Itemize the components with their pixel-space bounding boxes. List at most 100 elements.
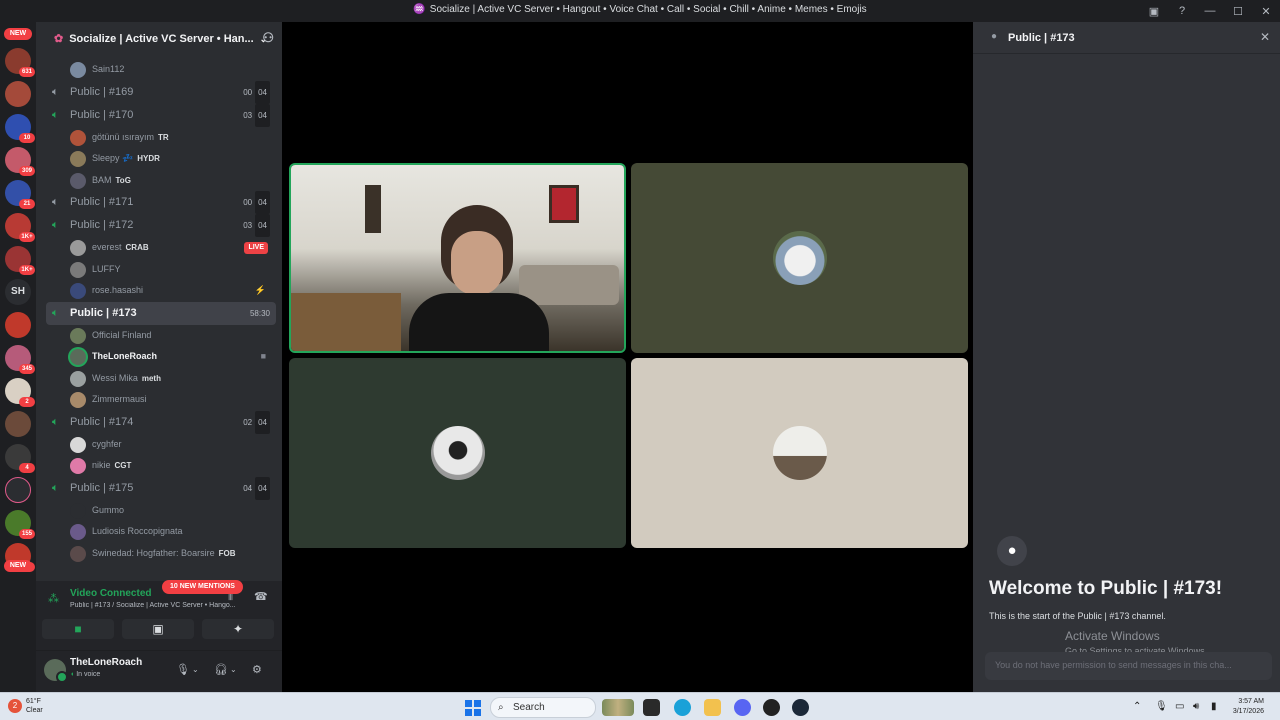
new-badge-top[interactable]: NEW xyxy=(4,28,32,40)
voice-channel-172[interactable]: 🔈︎ Public | #172 03 04 xyxy=(46,214,276,237)
server-icon[interactable]: 4 xyxy=(5,444,35,473)
voice-member[interactable]: Sleepy 💤 HYDR xyxy=(36,148,282,170)
close-window-button[interactable]: ✕ xyxy=(1252,5,1280,18)
member-name: TheLoneRoach xyxy=(92,351,158,361)
member-name: Sain112 xyxy=(92,64,125,74)
battery-icon[interactable]: ▮ xyxy=(1211,701,1217,712)
new-mentions-pill[interactable]: 10 NEW MENTIONS xyxy=(162,580,243,594)
welcome-subtitle: This is the start of the Public | #173 c… xyxy=(989,611,1166,621)
voice-channel-170[interactable]: 🔈︎ Public | #170 03 04 xyxy=(46,103,276,127)
voice-channel-169[interactable]: 🔈︎ Public | #169 00 04 xyxy=(46,80,276,104)
microphone-tray-icon[interactable]: 🎙︎ xyxy=(1155,701,1168,712)
voice-member[interactable]: Zimmermausi xyxy=(36,389,282,411)
username[interactable]: TheLoneRoach xyxy=(70,657,142,668)
member-name: LUFFY xyxy=(92,263,121,274)
taskbar-app-icon[interactable] xyxy=(643,699,660,716)
chevron-down-icon[interactable]: ⌄ xyxy=(192,665,199,674)
avatar xyxy=(70,62,86,78)
discord-taskbar-icon[interactable] xyxy=(734,699,751,716)
server-icon[interactable]: 2 xyxy=(5,378,35,407)
screen-share-button[interactable]: ▣ xyxy=(122,619,194,639)
steam-icon[interactable] xyxy=(792,699,809,716)
server-icon[interactable]: 10 xyxy=(5,114,35,143)
new-badge-bottom[interactable]: NEW xyxy=(4,560,32,572)
voice-channel-171[interactable]: 🔈︎ Public | #171 00 04 xyxy=(46,191,276,214)
signal-icon[interactable]: ⁂ xyxy=(48,592,59,605)
chevron-down-icon[interactable]: ⌄ xyxy=(230,665,237,674)
avatar[interactable] xyxy=(44,659,68,683)
voice-member[interactable]: Wessi Mika meth xyxy=(36,368,282,390)
activities-button[interactable]: ✦ xyxy=(202,619,274,639)
close-icon[interactable]: ✕ xyxy=(1260,30,1270,44)
voice-member[interactable]: Gummo xyxy=(36,500,282,522)
chat-bubble-icon: ● xyxy=(991,31,998,42)
avatar xyxy=(70,524,86,540)
server-icon[interactable]: 631 xyxy=(5,48,35,77)
camera-button[interactable]: ■ xyxy=(42,619,114,639)
member-name: everest xyxy=(92,242,122,252)
taskbar-search[interactable]: ⌕ Search xyxy=(490,697,596,718)
server-icon[interactable] xyxy=(5,312,31,338)
minimize-button[interactable]: — xyxy=(1196,5,1224,17)
voice-member[interactable]: Swinedad: Hogfather: Boarsire FOB xyxy=(36,543,282,565)
volume-icon[interactable]: 🔊︎ xyxy=(1193,701,1199,712)
headphones-icon[interactable]: 🎧︎ xyxy=(214,663,228,676)
voice-member[interactable]: Official Finland xyxy=(36,325,282,347)
voice-channel-link[interactable]: Public | #173 / Socialize | Active VC Se… xyxy=(70,602,250,609)
server-icon[interactable]: 1K+ xyxy=(5,246,35,275)
avatar xyxy=(70,545,86,562)
voice-member[interactable]: Sain112 xyxy=(36,59,282,81)
video-tile-camera[interactable] xyxy=(289,163,626,353)
weather-temp: 61°F xyxy=(26,698,41,705)
maximize-button[interactable]: ☐ xyxy=(1224,5,1252,18)
avatar xyxy=(70,261,86,278)
voice-connection-panel: ⁂ Video Connected Public | #173 / Social… xyxy=(36,581,282,651)
inbox-icon[interactable]: ▣ xyxy=(1140,5,1168,18)
file-explorer-icon[interactable] xyxy=(704,699,721,716)
server-icon[interactable]: 345 xyxy=(5,345,35,374)
server-icon[interactable]: 1K+ xyxy=(5,213,35,242)
gear-icon[interactable]: ⚙ xyxy=(252,663,262,676)
member-tag: CRAB xyxy=(125,243,149,252)
video-tile-user[interactable] xyxy=(289,358,626,548)
server-icon[interactable]: 155 xyxy=(5,510,35,539)
server-icon-text[interactable]: SH xyxy=(5,279,31,305)
server-icon[interactable] xyxy=(5,477,31,503)
voice-channel-174[interactable]: 🔈︎ Public | #174 02 04 xyxy=(46,410,276,434)
edge-icon[interactable] xyxy=(674,699,691,716)
avatar xyxy=(70,283,86,299)
avatar xyxy=(430,426,485,480)
help-icon[interactable]: ? xyxy=(1168,5,1196,17)
voice-member[interactable]: cyghfer xyxy=(36,434,282,456)
voice-member[interactable]: rose.hasashi ⚡ xyxy=(36,280,282,302)
server-icon[interactable]: 21 xyxy=(5,180,35,209)
member-tag: CGT xyxy=(114,461,132,470)
server-icon[interactable] xyxy=(5,411,31,437)
muted-mic-icon: ⚡ xyxy=(254,285,266,295)
voice-member[interactable]: Ludiosis Roccopignata xyxy=(36,521,282,543)
weather-widget[interactable]: 2 61°F Clear xyxy=(8,697,43,715)
server-icon[interactable]: 309 xyxy=(5,147,35,176)
voice-member[interactable]: BAM ToG xyxy=(36,170,282,192)
video-tile-user[interactable] xyxy=(631,163,968,353)
clock[interactable]: 3:57 AM 3/17/2026 xyxy=(1233,697,1264,717)
video-tile-user[interactable] xyxy=(631,358,968,548)
voice-channel-175[interactable]: 🔈︎ Public | #175 04 04 xyxy=(46,476,276,500)
invite-people-icon[interactable]: ⚇ xyxy=(262,30,274,46)
voice-member[interactable]: everest CRAB LIVE xyxy=(36,237,282,259)
voice-member[interactable]: nikie CGT xyxy=(36,455,282,477)
taskbar-app-icon[interactable] xyxy=(763,699,780,716)
server-icon[interactable] xyxy=(5,81,31,107)
voice-member[interactable]: TheLoneRoach ■ xyxy=(36,346,282,368)
guild-header[interactable]: ✿ Socialize | Active VC Server • Han... ⌄ … xyxy=(36,22,282,55)
microphone-icon[interactable]: 🎙︎ xyxy=(176,663,190,676)
voice-member[interactable]: LUFFY xyxy=(36,259,282,281)
voice-channel-173[interactable]: 🔈︎ Public | #173 58:30 xyxy=(46,301,276,325)
network-icon[interactable]: ▭ xyxy=(1175,701,1184,712)
start-button[interactable] xyxy=(465,700,481,716)
taskbar-widget-app[interactable] xyxy=(602,699,634,716)
discord-logo-icon: ♒ xyxy=(413,4,426,15)
chevron-up-icon[interactable]: ⌃ xyxy=(1133,701,1141,712)
voice-member[interactable]: götünü ısırayım TR xyxy=(36,127,282,149)
disconnect-icon[interactable]: ☎ xyxy=(254,590,268,603)
